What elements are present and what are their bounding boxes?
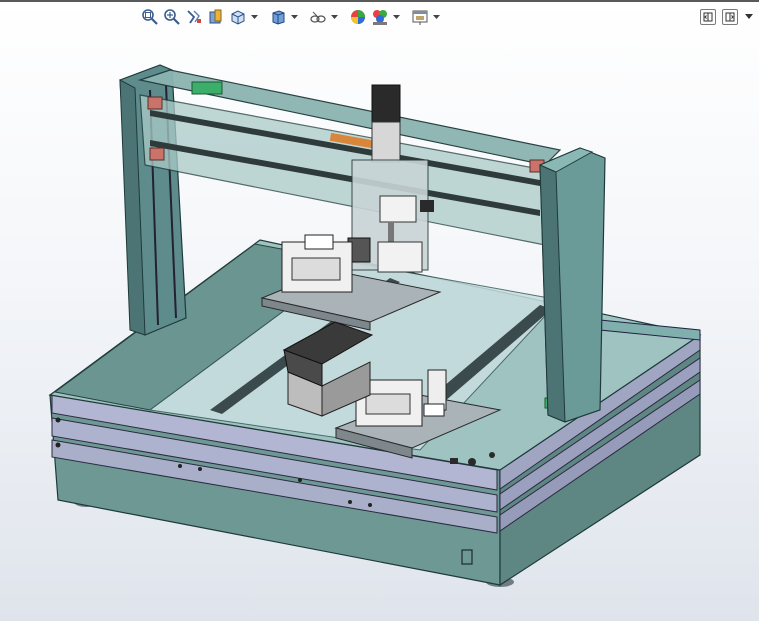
gantry-beam xyxy=(137,69,562,246)
gantry-right-column xyxy=(538,147,606,423)
beam-green-block xyxy=(191,81,223,95)
stepper-motor xyxy=(371,84,401,126)
cad-model-viewport[interactable] xyxy=(0,0,759,621)
